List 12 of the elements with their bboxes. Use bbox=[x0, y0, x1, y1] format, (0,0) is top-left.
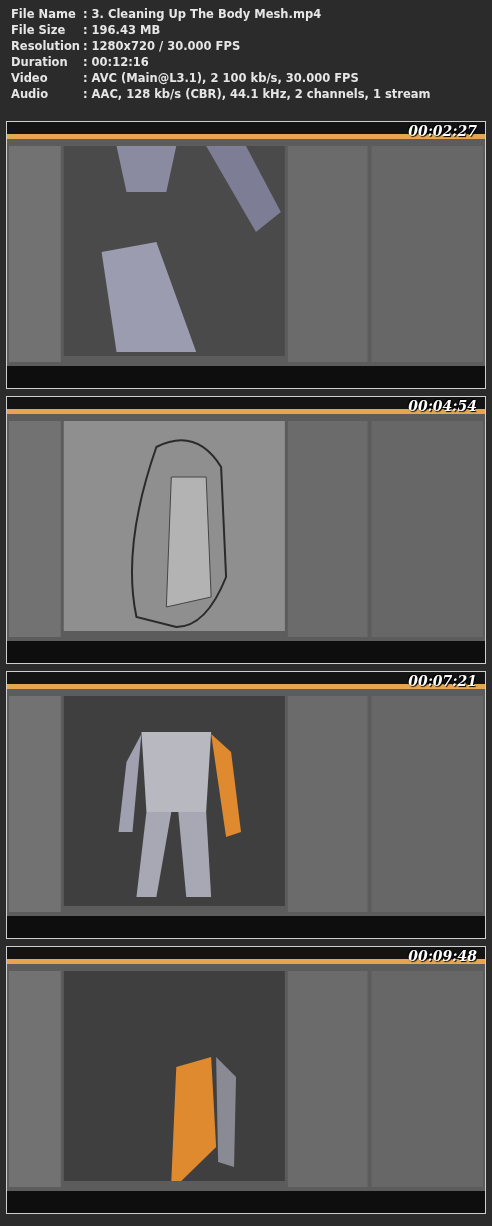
info-label: File Name bbox=[11, 7, 77, 22]
info-label: Video bbox=[11, 71, 49, 86]
info-value: : 00:12:16 bbox=[83, 55, 149, 70]
info-label: File Size bbox=[11, 23, 67, 38]
info-value: : AAC, 128 kb/s (CBR), 44.1 kHz, 2 channels, 1 stream bbox=[83, 87, 431, 102]
info-label: Audio bbox=[11, 87, 50, 102]
info-value: : 196.43 MB bbox=[83, 23, 161, 38]
info-label: Resolution bbox=[11, 39, 82, 54]
info-value: : 1280x720 / 30.000 FPS bbox=[83, 39, 241, 54]
info-label: Duration bbox=[11, 55, 69, 70]
info-value: : AVC (Main@L3.1), 2 100 kb/s, 30.000 FPS bbox=[83, 71, 359, 86]
info-value: : 3. Cleaning Up The Body Mesh.mp4 bbox=[83, 7, 322, 22]
